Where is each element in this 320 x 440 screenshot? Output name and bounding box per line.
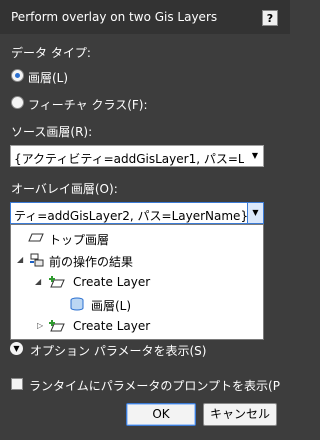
collapsed-triangle-icon[interactable]: ▷: [37, 321, 43, 330]
create-layer-icon: [49, 320, 65, 332]
source-layer-value: {アクティビティ=addGisLayer1, パス=L: [14, 152, 244, 166]
database-icon: [70, 297, 84, 311]
overlay-layer-value: ティ=addGisLayer2, パス=LayerName}: [14, 209, 248, 223]
create-layer-icon: [49, 276, 65, 288]
source-layer-select[interactable]: {アクティビティ=addGisLayer1, パス=L ▼: [10, 145, 264, 167]
data-type-label: データ タイプ:: [11, 46, 91, 60]
operation-icon: [30, 253, 44, 267]
tree-item-top-layer[interactable]: トップ画層: [28, 229, 228, 249]
tree-item-layer[interactable]: 画層(L): [69, 295, 219, 315]
prompt-checkbox[interactable]: [11, 378, 23, 390]
chevron-down-icon[interactable]: ▼: [247, 146, 263, 166]
overlay-layer-select[interactable]: ティ=addGisLayer2, パス=LayerName} ▼: [10, 202, 264, 224]
overlay-layer-dropdown: トップ画層 ◢ 前の操作の結果 ◢ Create Layer 画層(L) ▷ C…: [10, 224, 264, 340]
overlay-layer-label: オーバレイ画層(O):: [11, 182, 118, 196]
layer-icon: [28, 233, 44, 242]
ok-button[interactable]: OK: [126, 403, 196, 426]
chevron-down-icon: ▼: [13, 344, 20, 353]
show-options-toggle[interactable]: ▼: [10, 342, 23, 355]
tree-item-label: 画層(L): [91, 299, 132, 313]
tree-item-create-layer-1[interactable]: ◢ Create Layer: [35, 273, 235, 293]
tree-item-label: 前の操作の結果: [49, 255, 134, 269]
window-title: Perform overlay on two Gis Layers: [11, 10, 218, 24]
feature-class-radio-label[interactable]: フィーチャ クラス(F):: [28, 96, 148, 113]
tree-item-create-layer-2[interactable]: ▷ Create Layer: [37, 317, 237, 337]
prompt-label[interactable]: ランタイムにパラメータのプロンプトを表示(P: [29, 377, 287, 394]
tree-item-label: Create Layer: [73, 319, 151, 333]
layer-radio-label[interactable]: 画層(L): [28, 69, 68, 86]
cancel-button[interactable]: キャンセル: [203, 403, 277, 426]
tree-item-previous-results[interactable]: ◢ 前の操作の結果: [17, 251, 237, 271]
expanded-triangle-icon[interactable]: ◢: [35, 277, 41, 286]
tree-item-label: Create Layer: [73, 275, 151, 289]
layer-radio[interactable]: [11, 69, 24, 82]
title-bar: Perform overlay on two Gis Layers ?: [0, 0, 290, 34]
chevron-down-icon[interactable]: ▼: [247, 203, 263, 223]
feature-class-radio[interactable]: [11, 96, 24, 109]
tree-item-label: トップ画層: [49, 233, 110, 247]
expanded-triangle-icon[interactable]: ◢: [17, 255, 23, 264]
help-button[interactable]: ?: [262, 10, 278, 26]
source-layer-label: ソース画層(R):: [11, 125, 93, 139]
show-options-label[interactable]: オプション パラメータを表示(S): [30, 342, 206, 359]
